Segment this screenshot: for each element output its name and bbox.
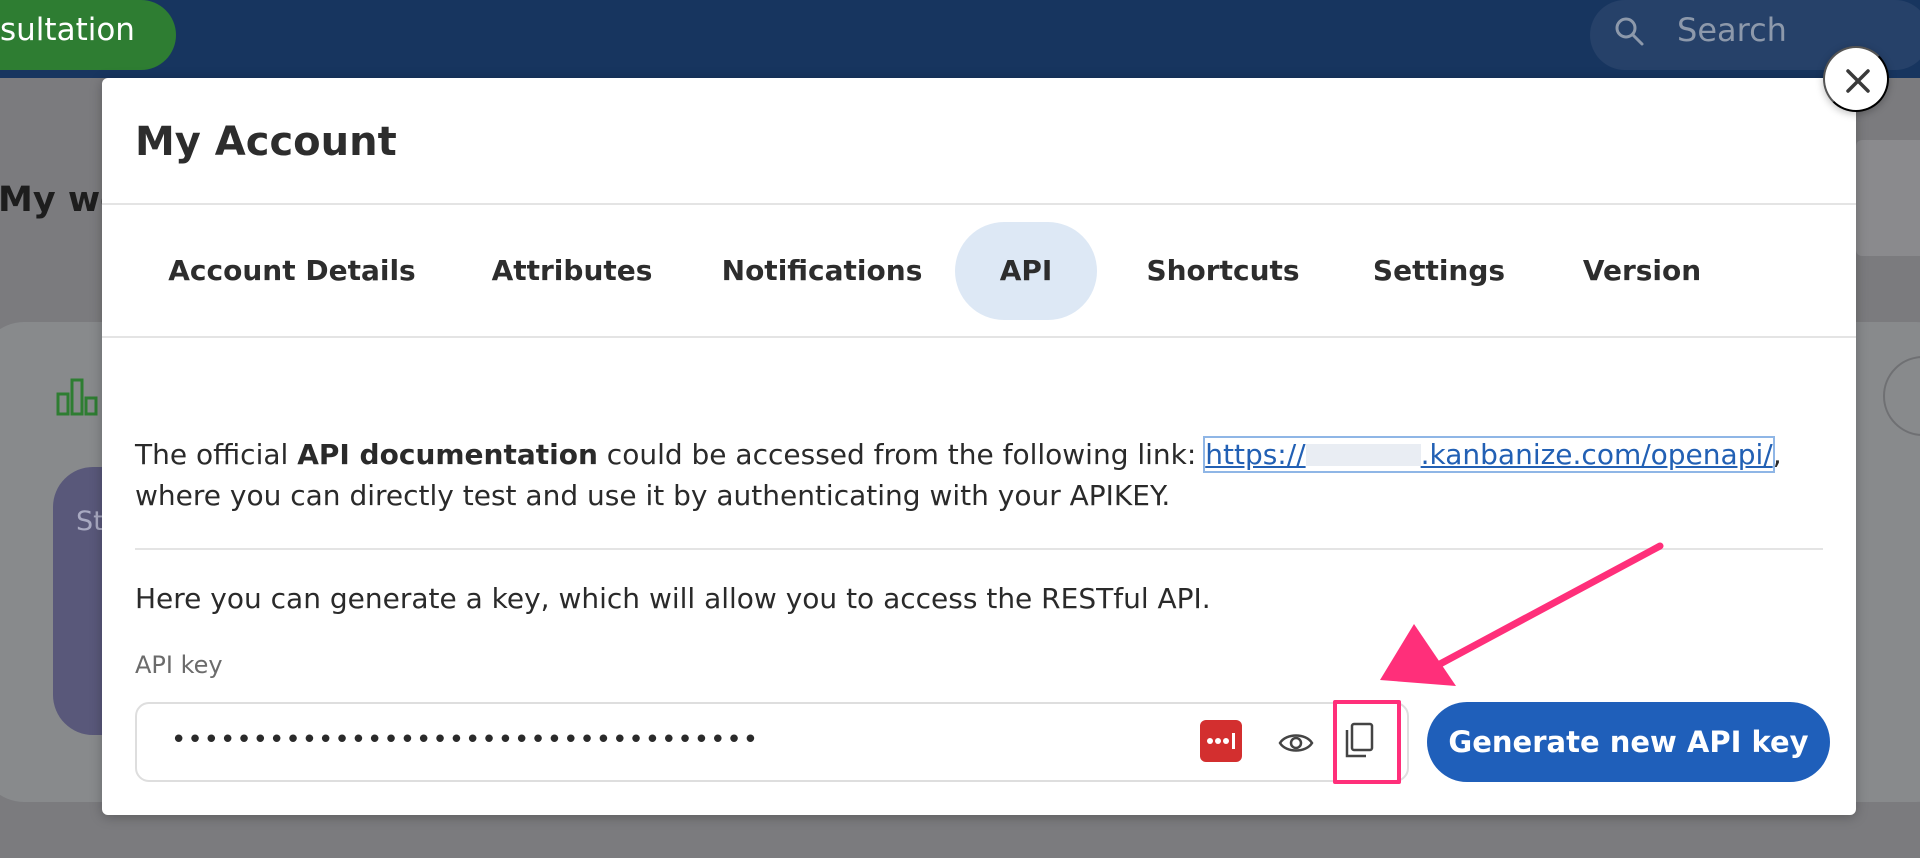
generate-api-key-button[interactable]: Generate new API key xyxy=(1427,702,1830,782)
tab-shortcuts[interactable]: Shortcuts xyxy=(1132,222,1314,320)
divider xyxy=(102,203,1856,205)
api-documentation-link[interactable]: https:// .kanbanize.com/openapi/ xyxy=(1203,436,1775,473)
api-key-masked-value: •••••••••••••••••••••••••••••••••••• xyxy=(171,725,760,755)
top-navigation-bar: sultation Search xyxy=(0,0,1920,78)
background-tile-text: St xyxy=(76,506,104,537)
close-modal-button[interactable] xyxy=(1823,46,1889,112)
background-panel xyxy=(1856,140,1920,256)
api-documentation-text: The official API documentation could be … xyxy=(135,434,1835,516)
doc-text-prefix: The official xyxy=(135,438,298,471)
search-placeholder: Search xyxy=(1677,11,1787,49)
tab-settings[interactable]: Settings xyxy=(1364,222,1514,320)
search-icon xyxy=(1615,17,1644,46)
link-start: https:// xyxy=(1205,438,1306,471)
my-account-modal: My Account Account Details Attributes No… xyxy=(102,78,1856,815)
tab-notifications[interactable]: Notifications xyxy=(712,222,932,320)
consultation-button[interactable]: sultation xyxy=(0,0,176,70)
divider xyxy=(135,548,1823,550)
eye-icon[interactable] xyxy=(1277,724,1315,762)
generate-key-description: Here you can generate a key, which will … xyxy=(135,582,1211,615)
tab-version[interactable]: Version xyxy=(1568,222,1716,320)
doc-text-middle: could be accessed from the following lin… xyxy=(597,438,1206,471)
api-key-label: API key xyxy=(135,651,223,679)
doc-text-bold: API documentation xyxy=(297,438,598,471)
redacted-subdomain xyxy=(1305,444,1421,466)
api-key-input[interactable]: •••••••••••••••••••••••••••••••••••• xyxy=(135,702,1409,782)
account-tabs: Account Details Attributes Notifications… xyxy=(102,222,1856,320)
tab-attributes[interactable]: Attributes xyxy=(482,222,662,320)
bar-chart-icon xyxy=(56,378,98,416)
close-icon xyxy=(1846,69,1870,93)
copy-icon-highlight xyxy=(1333,700,1401,784)
modal-title: My Account xyxy=(135,119,397,165)
tab-account-details[interactable]: Account Details xyxy=(162,222,422,320)
divider xyxy=(102,336,1856,338)
password-manager-icon[interactable] xyxy=(1200,720,1242,762)
tab-api[interactable]: API xyxy=(955,222,1097,320)
link-end: .kanbanize.com/openapi/ xyxy=(1420,438,1773,471)
